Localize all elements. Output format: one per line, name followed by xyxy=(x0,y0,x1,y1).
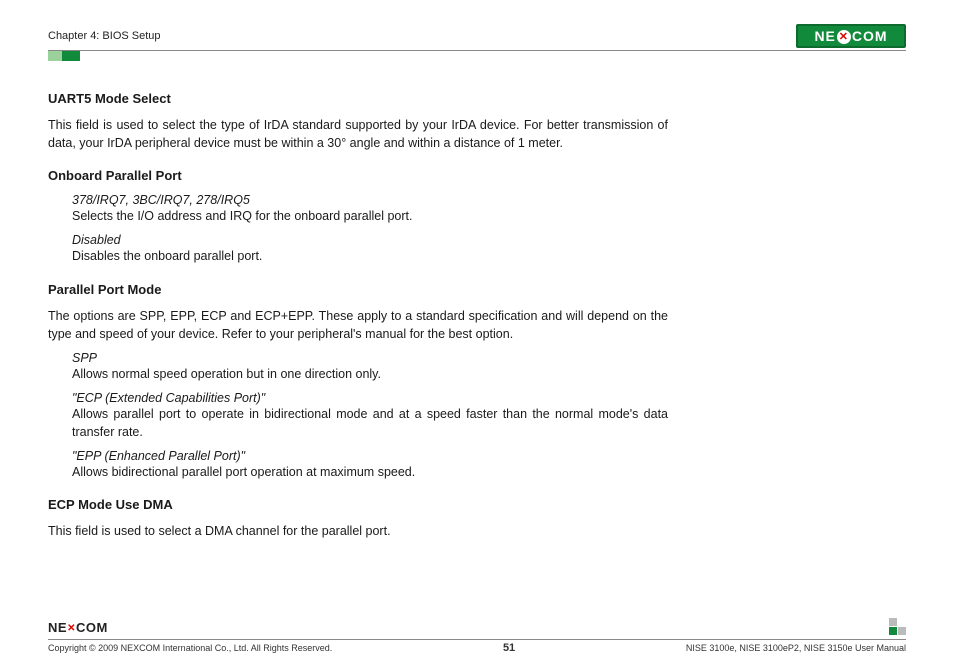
option-label: SPP xyxy=(72,351,668,365)
header-accent-bar xyxy=(48,51,906,61)
footer: NE✕COM Copyright © 2009 NEXCOM Internati… xyxy=(48,618,906,654)
copyright-text: Copyright © 2009 NEXCOM International Co… xyxy=(48,643,332,653)
brand-logo-top: NE✕COM xyxy=(796,24,906,48)
section-title-ecpdma: ECP Mode Use DMA xyxy=(48,497,668,512)
page-number: 51 xyxy=(503,642,515,654)
ppm-option-epp: "EPP (Enhanced Parallel Port)" Allows bi… xyxy=(72,449,668,481)
onboard-option-1: 378/IRQ7, 3BC/IRQ7, 278/IRQ5 Selects the… xyxy=(72,193,668,225)
option-label: 378/IRQ7, 3BC/IRQ7, 278/IRQ5 xyxy=(72,193,668,207)
section-title-uart5: UART5 Mode Select xyxy=(48,91,668,106)
para-ppm-intro: The options are SPP, EPP, ECP and ECP+EP… xyxy=(48,307,668,343)
section-title-onboard: Onboard Parallel Port xyxy=(48,168,668,183)
option-desc: Allows bidirectional parallel port opera… xyxy=(72,463,668,481)
brand-logo-bottom: NE✕COM xyxy=(48,620,108,635)
option-label: "EPP (Enhanced Parallel Port)" xyxy=(72,449,668,463)
ppm-option-ecp: "ECP (Extended Capabilities Port)" Allow… xyxy=(72,391,668,441)
logo-text: NE✕COM xyxy=(814,28,887,44)
option-desc: Selects the I/O address and IRQ for the … xyxy=(72,207,668,225)
document-content: UART5 Mode Select This field is used to … xyxy=(48,91,668,540)
ppm-option-spp: SPP Allows normal speed operation but in… xyxy=(72,351,668,383)
option-desc: Disables the onboard parallel port. xyxy=(72,247,668,265)
section-title-ppm: Parallel Port Mode xyxy=(48,282,668,297)
manual-title: NISE 3100e, NISE 3100eP2, NISE 3150e Use… xyxy=(686,643,906,653)
option-desc: Allows parallel port to operate in bidir… xyxy=(72,405,668,441)
option-label: "ECP (Extended Capabilities Port)" xyxy=(72,391,668,405)
para-uart5: This field is used to select the type of… xyxy=(48,116,668,152)
onboard-option-2: Disabled Disables the onboard parallel p… xyxy=(72,233,668,265)
option-desc: Allows normal speed operation but in one… xyxy=(72,365,668,383)
chapter-label: Chapter 4: BIOS Setup xyxy=(48,30,161,42)
para-ecpdma: This field is used to select a DMA chann… xyxy=(48,522,668,540)
footer-ornament-icon xyxy=(889,618,906,635)
header: Chapter 4: BIOS Setup NE✕COM xyxy=(48,24,906,51)
option-label: Disabled xyxy=(72,233,668,247)
